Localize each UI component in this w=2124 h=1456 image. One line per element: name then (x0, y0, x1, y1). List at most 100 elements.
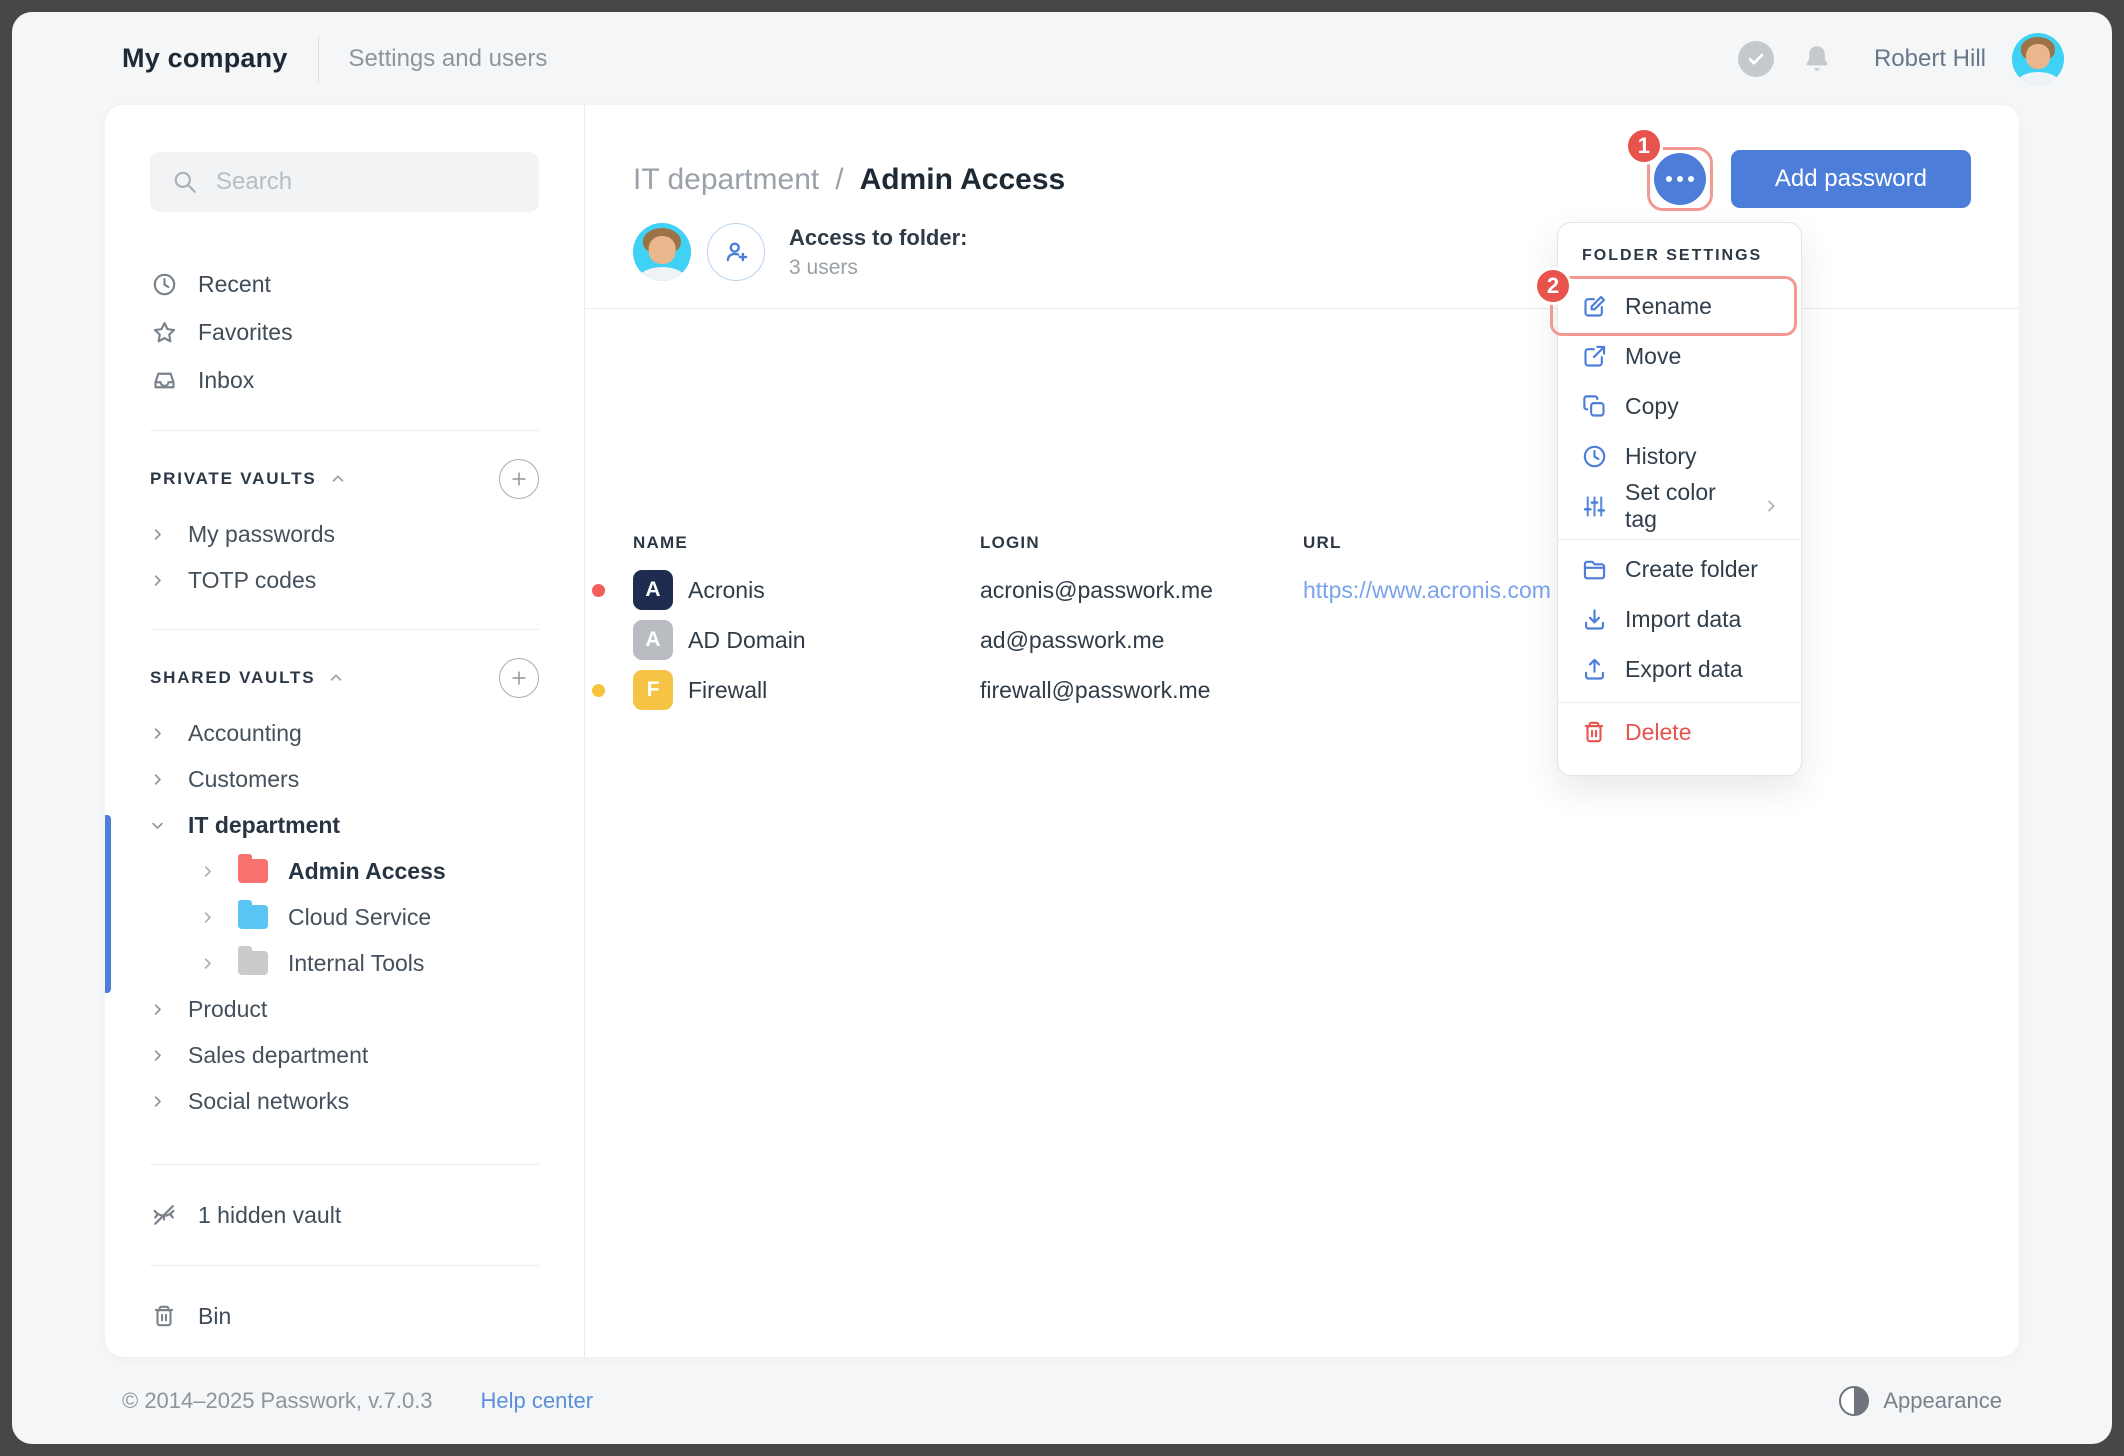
sidebar-item-accounting[interactable]: Accounting (150, 710, 539, 756)
password-login: firewall@passwork.me (980, 677, 1303, 704)
sidebar-item-customers[interactable]: Customers (150, 756, 539, 802)
contrast-icon (1839, 1386, 1869, 1416)
main-panel: IT department / Admin Access Access (585, 105, 2019, 1357)
hidden-vault-label: 1 hidden vault (198, 1202, 341, 1229)
column-header-login[interactable]: LOGIN (980, 533, 1303, 553)
color-tag-dot (592, 634, 605, 647)
notifications-bell-icon[interactable] (1800, 42, 1834, 76)
password-tile-icon: A (633, 570, 673, 610)
divider (150, 1164, 539, 1165)
sidebar-item-bin[interactable]: Bin (150, 1292, 539, 1340)
sidebar-item-admin-access[interactable]: Admin Access (150, 848, 539, 894)
column-header-name[interactable]: NAME (633, 533, 980, 553)
menu-item-label: Import data (1625, 606, 1741, 633)
password-tile-icon: A (633, 620, 673, 660)
chevron-right-icon (200, 864, 216, 879)
breadcrumb-current: Admin Access (860, 163, 1066, 197)
topbar: My company Settings and users Robert Hil… (12, 12, 2112, 105)
access-user-count[interactable]: 3 users (789, 256, 968, 280)
menu-item-label: Rename (1625, 293, 1712, 320)
edit-icon (1580, 293, 1608, 320)
menu-item-label: Move (1625, 343, 1681, 370)
search-box[interactable] (150, 152, 539, 212)
divider (150, 430, 539, 431)
chevron-right-icon (200, 956, 216, 971)
sidebar-item-internal-tools[interactable]: Internal Tools (150, 940, 539, 986)
sidebar-item-sales-department[interactable]: Sales department (150, 1032, 539, 1078)
vault-label: Social networks (188, 1088, 349, 1115)
menu-item-label: Export data (1625, 656, 1743, 683)
section-title[interactable]: PRIVATE VAULTS (150, 469, 317, 489)
color-tag-icon (1580, 493, 1608, 520)
add-shared-vault-button[interactable] (499, 658, 539, 698)
history-icon (1580, 443, 1608, 470)
user-avatar[interactable] (2012, 33, 2064, 85)
sidebar-item-recent[interactable]: Recent (150, 260, 539, 308)
appearance-toggle[interactable]: Appearance (1839, 1386, 2002, 1416)
check-circle-icon[interactable] (1738, 41, 1774, 77)
vault-label: My passwords (188, 521, 335, 548)
sidebar-item-inbox[interactable]: Inbox (150, 356, 539, 404)
vault-label: Customers (188, 766, 299, 793)
chevron-up-icon[interactable] (329, 470, 347, 488)
sidebar-item-hidden-vaults[interactable]: 1 hidden vault (150, 1191, 539, 1239)
trash-icon (1580, 719, 1608, 745)
star-icon (150, 319, 178, 346)
help-center-link[interactable]: Help center (481, 1388, 594, 1414)
chevron-right-icon (150, 772, 166, 787)
folder-icon-gray (238, 951, 268, 975)
vault-label: Sales department (188, 1042, 368, 1069)
menu-item-import-data[interactable]: Import data (1558, 594, 1801, 644)
trash-icon (150, 1303, 178, 1329)
private-vaults-header: PRIVATE VAULTS (150, 457, 539, 501)
breadcrumb-parent[interactable]: IT department (633, 163, 819, 197)
chevron-right-icon (200, 910, 216, 925)
company-name[interactable]: My company (122, 43, 288, 74)
sidebar-item-product[interactable]: Product (150, 986, 539, 1032)
folder-icon (1580, 556, 1608, 583)
export-icon (1580, 656, 1608, 683)
more-dots-icon (1654, 153, 1706, 205)
color-tag-dot (592, 684, 605, 697)
add-user-icon[interactable] (707, 223, 765, 281)
search-input[interactable] (216, 168, 517, 196)
sidebar-item-totp-codes[interactable]: TOTP codes (150, 557, 539, 603)
user-name[interactable]: Robert Hill (1874, 45, 1986, 73)
sidebar-item-my-passwords[interactable]: My passwords (150, 511, 539, 557)
menu-item-move[interactable]: Move (1558, 331, 1801, 381)
menu-item-rename[interactable]: 2 Rename (1558, 281, 1801, 331)
footer: © 2014–2025 Passwork, v.7.0.3 Help cente… (12, 1357, 2112, 1444)
password-url-link[interactable]: https://www.acronis.com (1303, 577, 1551, 603)
password-tile-icon: F (633, 670, 673, 710)
section-title[interactable]: SHARED VAULTS (150, 668, 315, 688)
vault-label: Accounting (188, 720, 302, 747)
chevron-down-icon (150, 818, 166, 833)
add-password-button[interactable]: Add password (1731, 150, 1971, 208)
sidebar-item-label: Inbox (198, 367, 254, 394)
sidebar-item-it-department[interactable]: IT department (150, 802, 539, 848)
menu-item-set-color-tag[interactable]: Set color tag (1558, 481, 1801, 531)
settings-and-users-link[interactable]: Settings and users (349, 45, 548, 73)
sidebar-item-favorites[interactable]: Favorites (150, 308, 539, 356)
sidebar-item-label: Favorites (198, 319, 293, 346)
copyright-text: © 2014–2025 Passwork, v.7.0.3 (122, 1388, 433, 1414)
menu-item-export-data[interactable]: Export data (1558, 644, 1801, 694)
sidebar-item-social-networks[interactable]: Social networks (150, 1078, 539, 1124)
menu-item-history[interactable]: History (1558, 431, 1801, 481)
menu-title: FOLDER SETTINGS (1558, 243, 1801, 277)
menu-item-delete[interactable]: Delete (1558, 707, 1801, 757)
menu-item-create-folder[interactable]: Create folder (1558, 544, 1801, 594)
password-login: ad@passwork.me (980, 627, 1303, 654)
password-name: Firewall (688, 677, 767, 704)
chevron-up-icon[interactable] (327, 669, 345, 687)
chevron-right-icon (1763, 498, 1779, 514)
folder-member-avatar[interactable] (633, 223, 691, 281)
menu-item-label: Delete (1625, 719, 1691, 746)
add-private-vault-button[interactable] (499, 459, 539, 499)
menu-item-copy[interactable]: Copy (1558, 381, 1801, 431)
menu-item-label: Set color tag (1625, 479, 1746, 533)
chevron-right-icon (150, 726, 166, 741)
sidebar-item-cloud-service[interactable]: Cloud Service (150, 894, 539, 940)
topbar-divider (318, 36, 319, 82)
chevron-right-icon (150, 1094, 166, 1109)
